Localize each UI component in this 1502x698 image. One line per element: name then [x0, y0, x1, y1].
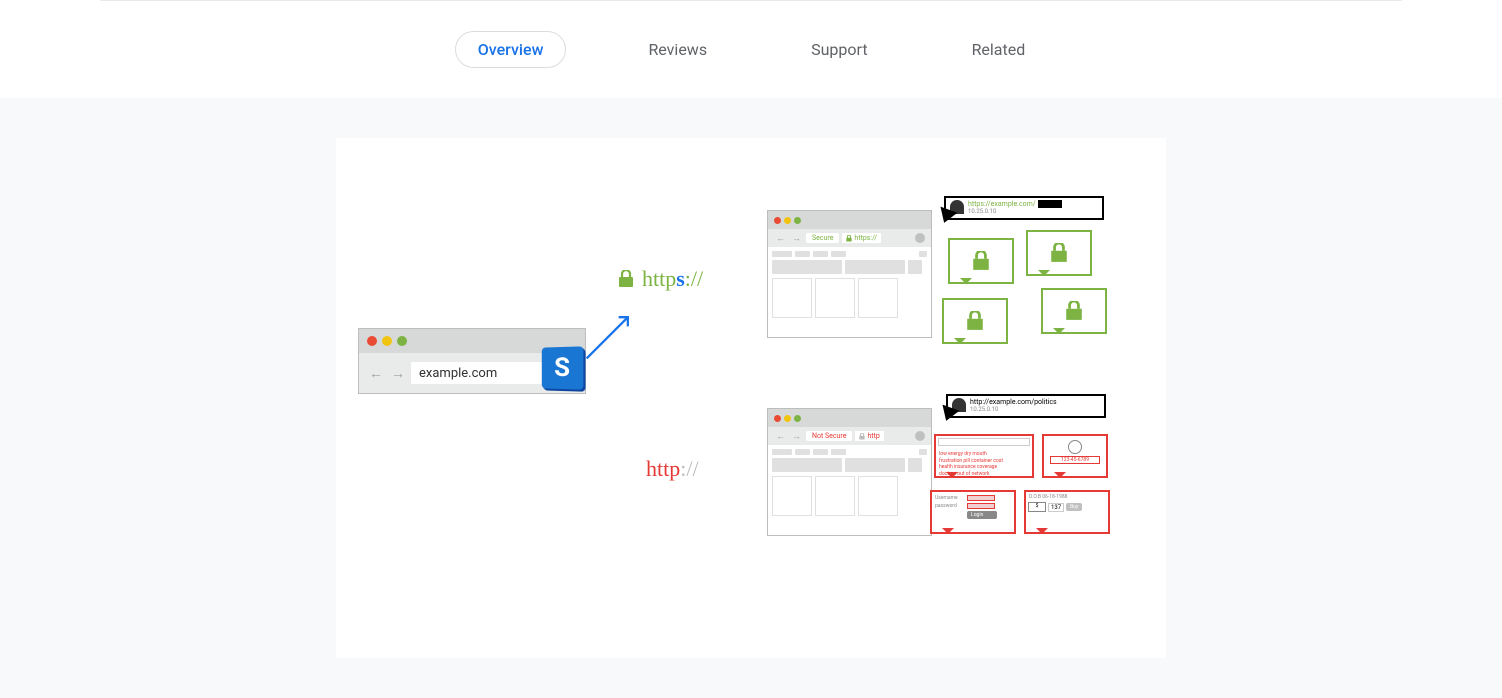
back-icon: ← — [774, 233, 787, 244]
login-button: Login — [967, 511, 997, 519]
forward-icon: → — [790, 233, 803, 244]
login-user-label: Username — [935, 495, 965, 501]
minimize-icon — [784, 217, 791, 224]
avatar-icon — [915, 431, 925, 441]
insecure-tooltip: http://example.com/politics 10.25.0.10 — [946, 394, 1106, 418]
leaked-login-bubble: Username password Login — [930, 490, 1016, 534]
close-icon — [367, 336, 377, 346]
cash-icon: $ — [1028, 502, 1046, 512]
encrypted-bubble — [1026, 230, 1092, 276]
observer-icon — [950, 200, 964, 214]
back-icon: ← — [774, 431, 787, 442]
secure-badge: Secure — [806, 233, 839, 243]
lock-icon — [972, 251, 990, 271]
screenshot-card: ← → example.com S https:// — [336, 138, 1166, 658]
tooltip-ip: 10.25.0.10 — [968, 208, 1062, 215]
leak-line: doctors out of network — [939, 471, 1029, 478]
encrypted-bubble — [948, 238, 1014, 284]
tooltip-url: http://example.com/politics — [970, 398, 1057, 406]
leaked-id-bubble: 123-45-6789 — [1042, 434, 1108, 478]
leaked-payment-bubble: D.O.B 06-18-1988 $ 137 Buy — [1024, 490, 1110, 534]
https-text-prefix: http — [642, 266, 676, 291]
page-skeleton — [768, 247, 931, 337]
qty-value: 137 — [1048, 503, 1064, 512]
tooltip-ip: 10.25.0.10 — [970, 406, 1057, 413]
redacted-path-icon — [1038, 200, 1062, 208]
tab-support[interactable]: Support — [789, 32, 889, 67]
page-skeleton — [768, 445, 931, 535]
https-label: https:// — [618, 266, 703, 292]
http-label: http:// — [646, 456, 699, 482]
close-icon — [774, 217, 781, 224]
encrypted-bubble — [942, 298, 1008, 344]
search-box — [938, 438, 1030, 446]
maximize-icon — [397, 336, 407, 346]
lock-icon — [846, 235, 852, 242]
source-browser: ← → example.com S — [358, 328, 586, 394]
avatar-icon — [915, 233, 925, 243]
fingerprint-icon — [1068, 440, 1082, 454]
lock-icon — [618, 270, 634, 288]
lock-icon — [1065, 301, 1083, 321]
content-area: ← → example.com S https:// — [0, 98, 1502, 698]
tooltip-url: https://example.com/ — [968, 200, 1036, 208]
tab-related[interactable]: Related — [950, 32, 1048, 67]
lock-icon — [1050, 243, 1068, 263]
maximize-icon — [794, 415, 801, 422]
https-text-s: s — [676, 266, 685, 291]
username-field — [967, 495, 995, 501]
login-pass-label: password — [935, 503, 965, 509]
buy-button: Buy — [1066, 503, 1082, 511]
forward-icon: → — [790, 431, 803, 442]
insecure-badge: Not Secure — [806, 431, 852, 441]
minimize-icon — [784, 415, 791, 422]
lock-icon — [859, 433, 865, 440]
insecure-proto-chip: http — [855, 431, 883, 441]
tab-overview[interactable]: Overview — [455, 31, 567, 68]
lock-icon — [966, 311, 984, 331]
leaked-ssn: 123-45-6789 — [1050, 456, 1100, 464]
secure-proto-chip: https:// — [842, 233, 881, 243]
tab-reviews[interactable]: Reviews — [626, 32, 729, 67]
maximize-icon — [794, 217, 801, 224]
password-field — [967, 503, 995, 509]
forward-icon: → — [389, 365, 407, 382]
minimize-icon — [382, 336, 392, 346]
insecure-browser: ← → Not Secure http — [767, 408, 932, 536]
leaked-dob: D.O.B 06-18-1988 — [1026, 492, 1108, 500]
back-icon: ← — [367, 365, 385, 382]
close-icon — [774, 415, 781, 422]
http-text-suffix: :// — [680, 456, 698, 481]
extension-s-badge-icon: S — [542, 346, 584, 389]
arrow-upgrade-icon — [582, 308, 637, 363]
secure-tooltip: https://example.com/ 10.25.0.10 — [944, 196, 1104, 220]
https-text-suffix: :// — [685, 266, 703, 291]
observer-icon — [952, 398, 966, 412]
tabs-nav: Overview Reviews Support Related — [0, 1, 1502, 98]
leaked-search-bubble: low energy dry mouth frustration pill co… — [934, 434, 1034, 478]
secure-browser: ← → Secure https:// — [767, 210, 932, 338]
http-text-prefix: http — [646, 456, 680, 481]
encrypted-bubble — [1041, 288, 1107, 334]
address-row: ← → example.com S — [359, 353, 585, 393]
